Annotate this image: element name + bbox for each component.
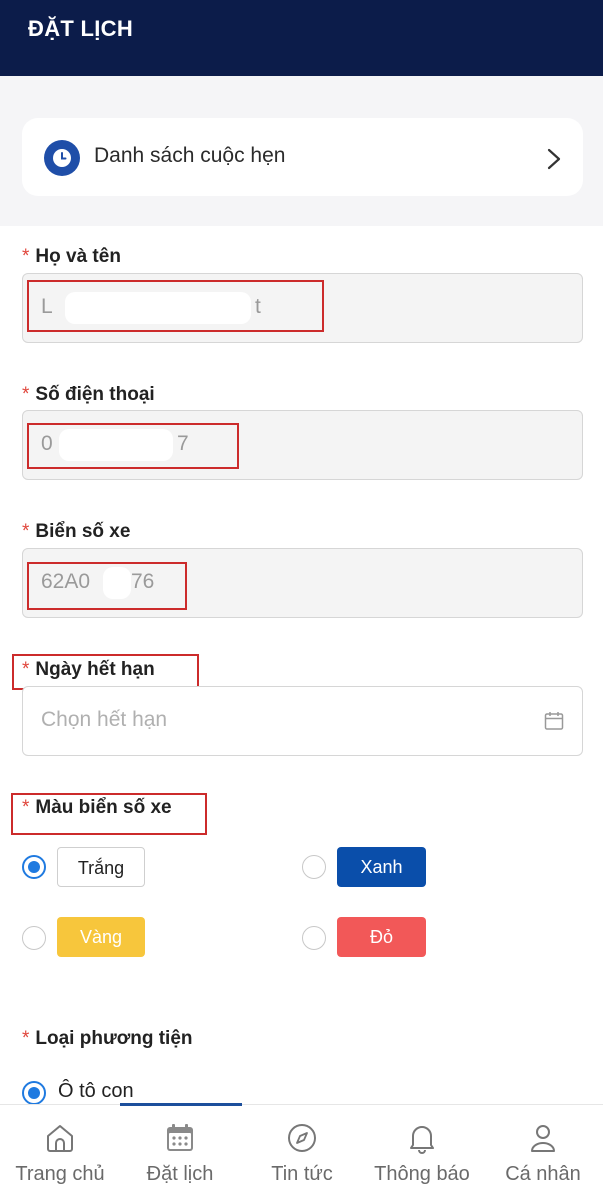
appointment-list-label: Danh sách cuộc hẹn (94, 144, 286, 167)
home-icon (47, 1125, 73, 1152)
nav-booking[interactable]: Đặt lịch (120, 1105, 240, 1200)
plate-label: * Biển số xe (22, 521, 131, 542)
page-title: ĐẶT LỊCH (28, 16, 134, 41)
highlight-box (11, 793, 207, 835)
highlight-box (27, 423, 239, 469)
clock-icon (44, 140, 80, 176)
expiry-date-picker[interactable]: Chọn hết hạn (22, 686, 583, 756)
color-red-radio[interactable] (302, 926, 326, 950)
color-yellow-chip[interactable]: Vàng (57, 917, 145, 957)
bottom-nav: Trang chủ Đặt lịch Tin tức Thông báo Cá … (0, 1103, 603, 1200)
nav-home[interactable]: Trang chủ (0, 1105, 120, 1200)
color-blue-radio[interactable] (302, 855, 326, 879)
vehicle-car-radio[interactable] (22, 1081, 46, 1105)
highlight-box (27, 280, 324, 332)
chevron-right-icon (547, 148, 561, 170)
required-mark: * (22, 246, 30, 267)
color-blue-chip[interactable]: Xanh (337, 847, 426, 887)
nav-news[interactable]: Tin tức (242, 1105, 362, 1200)
expiry-placeholder: Chọn hết hạn (41, 708, 168, 731)
nav-home-label: Trang chủ (15, 1163, 105, 1185)
nav-news-label: Tin tức (271, 1163, 333, 1185)
user-icon (531, 1125, 555, 1152)
calendar-icon[interactable] (544, 711, 564, 731)
highlight-box (27, 562, 187, 610)
calendar-icon (167, 1124, 193, 1151)
phone-label: * Số điện thoại (22, 384, 155, 405)
highlight-box (12, 654, 199, 690)
color-white-chip[interactable]: Trắng (57, 847, 145, 887)
appointment-list-card[interactable]: Danh sách cuộc hẹn (22, 118, 583, 196)
compass-icon (288, 1124, 316, 1152)
vehicle-car-option[interactable]: Ô tô con (58, 1080, 134, 1103)
color-red-chip[interactable]: Đỏ (337, 917, 426, 957)
nav-notifications[interactable]: Thông báo (362, 1105, 482, 1200)
nav-notifications-label: Thông báo (374, 1163, 470, 1185)
color-white-radio[interactable] (22, 855, 46, 879)
full-name-label: * Họ và tên (22, 246, 121, 267)
bell-icon (410, 1126, 434, 1154)
nav-booking-label: Đặt lịch (146, 1163, 214, 1185)
color-yellow-radio[interactable] (22, 926, 46, 950)
vehicle-type-label: * Loại phương tiện (22, 1028, 193, 1049)
nav-profile-label: Cá nhân (505, 1163, 581, 1185)
nav-profile[interactable]: Cá nhân (483, 1105, 603, 1200)
app-header: ĐẶT LỊCH (0, 0, 603, 76)
